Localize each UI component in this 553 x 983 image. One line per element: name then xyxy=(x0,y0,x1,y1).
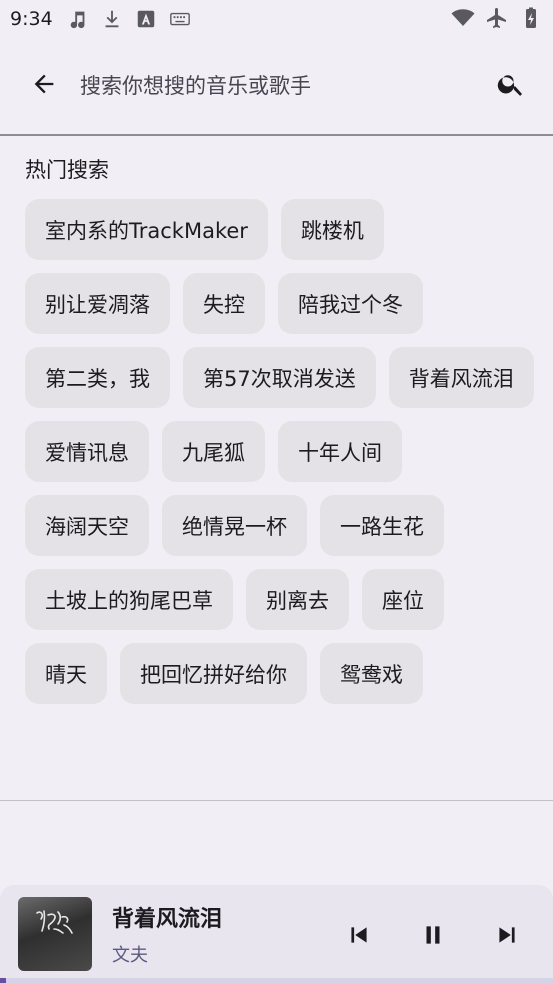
playback-progress[interactable] xyxy=(0,978,553,983)
search-input[interactable] xyxy=(80,66,470,106)
hot-search-chip[interactable]: 绝情晃一杯 xyxy=(162,495,307,556)
pause-button[interactable] xyxy=(411,915,455,955)
hot-search-chip[interactable]: 海阔天空 xyxy=(25,495,149,556)
hot-search-chip[interactable]: 鸳鸯戏 xyxy=(320,643,423,704)
next-button[interactable] xyxy=(485,915,529,955)
hot-search-chip[interactable]: 爱情讯息 xyxy=(25,421,149,482)
status-icons-left xyxy=(67,8,191,30)
now-playing-artist[interactable]: 文夫 xyxy=(112,941,148,967)
hot-search-chip[interactable]: 别离去 xyxy=(246,569,349,630)
hot-search-chip[interactable]: 第二类，我 xyxy=(25,347,170,408)
battery-icon xyxy=(526,7,536,28)
skip-next-icon xyxy=(499,927,515,943)
hot-search-chip[interactable]: 座位 xyxy=(362,569,444,630)
wifi-icon xyxy=(451,9,475,27)
hot-search-chip[interactable]: 别让爱凋落 xyxy=(25,273,170,334)
album-cover[interactable] xyxy=(18,897,92,971)
search-button[interactable] xyxy=(489,62,533,106)
status-time: 9:34 xyxy=(10,8,53,30)
font-a-icon xyxy=(137,10,154,28)
status-bar: 9:34 xyxy=(0,0,553,38)
hot-search-chips: 室内系的TrackMaker 跳楼机 别让爱凋落 失控 陪我过个冬 第二类，我 … xyxy=(25,199,535,704)
hot-search-chip[interactable]: 九尾狐 xyxy=(162,421,265,482)
keyboard-icon xyxy=(169,12,190,26)
search-divider xyxy=(0,134,553,136)
hot-search-chip[interactable]: 把回忆拼好给你 xyxy=(120,643,307,704)
hot-search-chip[interactable]: 土坡上的狗尾巴草 xyxy=(25,569,233,630)
search-page: 9:34 热门搜索 室内系的TrackMaker 跳楼机 别让爱凋落 失控 陪我… xyxy=(0,0,553,983)
status-icons-right xyxy=(451,6,543,30)
skip-previous-icon xyxy=(351,927,367,943)
back-button[interactable] xyxy=(22,62,66,106)
music-note-icon xyxy=(70,11,85,29)
now-playing-title[interactable]: 背着风流泪 xyxy=(112,901,222,933)
hot-search-chip[interactable]: 失控 xyxy=(183,273,265,334)
hot-search-chip[interactable]: 第57次取消发送 xyxy=(183,347,376,408)
album-cover-art xyxy=(36,910,73,934)
hot-search-chip[interactable]: 一路生花 xyxy=(320,495,444,556)
search-bar xyxy=(0,50,553,124)
hot-search-chip[interactable]: 背着风流泪 xyxy=(388,347,534,408)
arrow-left-icon xyxy=(34,74,54,94)
hot-search-chip[interactable]: 跳楼机 xyxy=(280,199,384,260)
hot-search-chip[interactable]: 晴天 xyxy=(25,643,107,704)
mini-player[interactable] xyxy=(0,885,553,983)
hot-search-chip[interactable]: 陪我过个冬 xyxy=(278,273,423,334)
hot-search-title: 热门搜索 xyxy=(25,158,109,182)
previous-button[interactable] xyxy=(337,915,381,955)
hot-search-chip[interactable]: 室内系的TrackMaker xyxy=(25,199,268,260)
download-icon xyxy=(105,10,119,28)
airplane-icon xyxy=(487,8,506,28)
search-icon xyxy=(497,75,522,96)
pause-icon xyxy=(426,926,440,944)
hot-search-chip[interactable]: 十年人间 xyxy=(278,421,402,482)
playback-progress-fill xyxy=(0,978,6,983)
content-divider xyxy=(0,800,553,801)
